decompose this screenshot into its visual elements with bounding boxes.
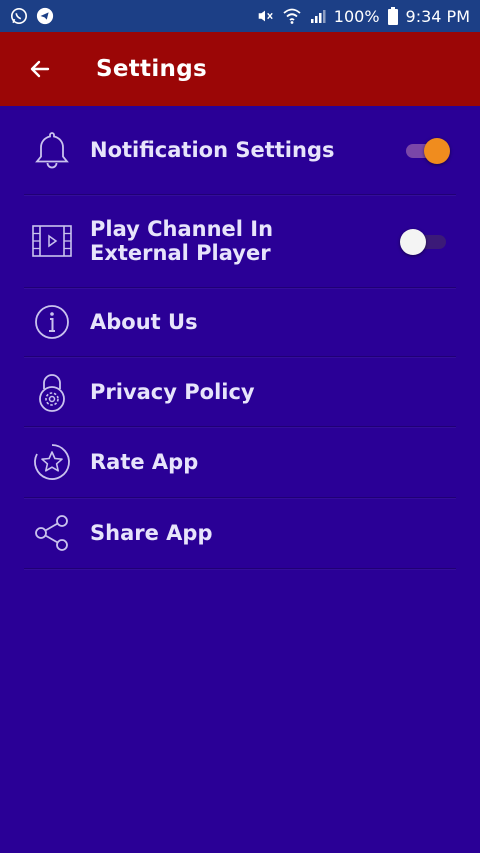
telegram-icon — [36, 7, 54, 25]
status-bar: 100% 9:34 PM — [0, 0, 480, 32]
settings-item-share[interactable]: Share App — [24, 498, 456, 569]
settings-item-label: Play Channel In External Player — [90, 217, 274, 265]
battery-icon — [387, 7, 398, 25]
settings-item-label: Privacy Policy — [90, 379, 255, 404]
privacy-icon — [30, 370, 74, 414]
external-player-toggle[interactable] — [400, 229, 446, 255]
video-icon — [30, 219, 74, 263]
settings-item-notifications[interactable]: Notification Settings — [24, 106, 456, 195]
bell-icon — [30, 128, 74, 172]
settings-item-label: Rate App — [90, 450, 199, 474]
settings-item-external-player[interactable]: Play Channel In External Player — [24, 195, 456, 288]
star-icon — [30, 440, 74, 484]
settings-item-rate[interactable]: Rate App — [24, 427, 456, 498]
settings-item-label: Share App — [90, 521, 213, 545]
settings-item-privacy[interactable]: Privacy Policy — [24, 357, 456, 427]
info-icon — [30, 300, 74, 344]
app-bar: Settings — [0, 32, 480, 106]
clock: 9:34 PM — [405, 6, 470, 26]
settings-list: Notification Settings Play Channel In Ex… — [24, 106, 456, 569]
settings-item-about[interactable]: About Us — [24, 288, 456, 357]
whatsapp-icon — [10, 7, 28, 25]
settings-item-label: Notification Settings — [90, 138, 335, 162]
toggle-knob — [424, 138, 450, 164]
wifi-icon — [282, 7, 302, 25]
back-button[interactable] — [22, 51, 58, 87]
page-title: Settings — [96, 56, 207, 82]
signal-icon — [310, 8, 326, 24]
share-icon — [30, 511, 74, 555]
mute-icon — [256, 7, 274, 25]
arrow-left-icon — [30, 60, 50, 78]
settings-item-label: About Us — [90, 310, 198, 334]
battery-percent: 100% — [333, 6, 380, 26]
toggle-knob — [400, 229, 426, 255]
notification-toggle[interactable] — [406, 138, 450, 164]
